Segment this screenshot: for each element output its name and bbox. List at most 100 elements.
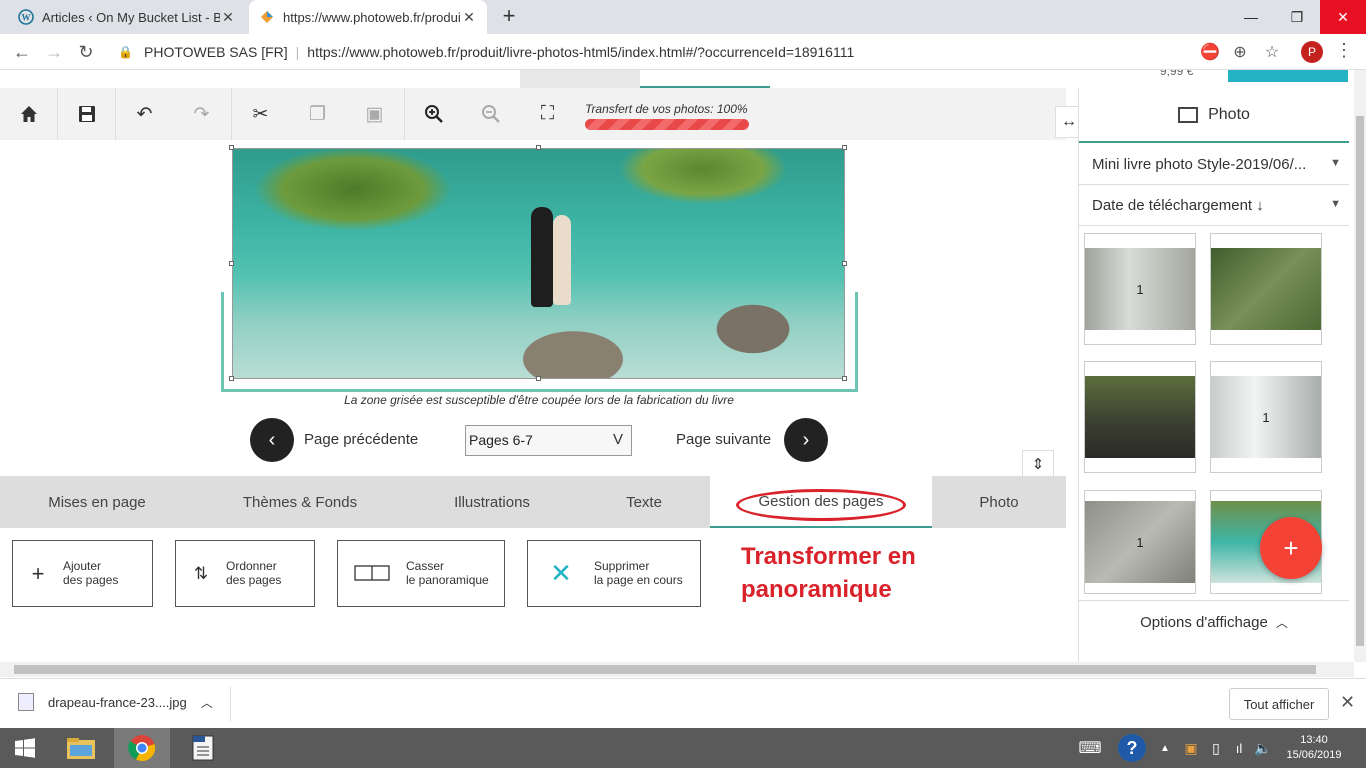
album-select[interactable]: Mini livre photo Style-2019/06/... ▼ <box>1079 145 1349 185</box>
taskbar-clock[interactable]: 13:40 15/06/2019 <box>1282 733 1346 763</box>
redo-icon[interactable]: ↷ <box>173 88 230 140</box>
copy-icon[interactable]: ❐ <box>289 88 346 140</box>
display-options-toggle[interactable]: Options d'affichage ︿ <box>1079 600 1349 644</box>
show-all-downloads-button[interactable]: Tout afficher <box>1229 688 1329 720</box>
minimize-button[interactable]: — <box>1228 0 1274 34</box>
zoom-in-icon[interactable] <box>405 88 462 140</box>
browser-menu-icon[interactable]: ⋮ <box>1335 40 1353 61</box>
resize-handle[interactable] <box>229 376 234 381</box>
zoom-out-icon[interactable] <box>462 88 519 140</box>
maximize-button[interactable]: ❐ <box>1274 0 1320 34</box>
photo-thumbnail[interactable]: 1 <box>1084 233 1196 345</box>
help-icon[interactable]: ? <box>1114 728 1150 768</box>
resize-handle[interactable] <box>842 261 847 266</box>
vertical-scrollbar-thumb[interactable] <box>1356 116 1364 646</box>
profile-avatar[interactable]: P <box>1301 41 1323 63</box>
bookmark-star-icon[interactable]: ☆ <box>1262 42 1282 62</box>
blocked-popup-icon[interactable]: ⛔ <box>1200 42 1220 62</box>
photo-panel-tab[interactable]: Photo <box>1079 88 1349 143</box>
zoom-icon[interactable]: ⊕ <box>1230 42 1250 62</box>
browser-toolbar: ← → ↻ 🔒 PHOTOWEB SAS [FR] | https://www.… <box>0 34 1366 70</box>
add-photo-button[interactable]: + <box>1260 517 1322 579</box>
windows-taskbar: ⌨ ? ▲ ▣ ▯ ıl 🔈 13:40 15/06/2019 <box>0 728 1366 768</box>
svg-text:?: ? <box>1127 738 1138 758</box>
chevron-up-icon[interactable]: ︿ <box>201 694 213 711</box>
tab-illustrations[interactable]: Illustrations <box>406 476 578 528</box>
resize-handle[interactable] <box>842 376 847 381</box>
undo-icon[interactable]: ↶ <box>116 88 173 140</box>
cut-icon[interactable]: ✂ <box>232 88 289 140</box>
fullscreen-icon[interactable]: ⛶ <box>519 88 576 140</box>
wordpress-icon: W <box>18 9 34 25</box>
photo-thumbnail[interactable] <box>1084 361 1196 473</box>
photo-panel: Photo Mini livre photo Style-2019/06/...… <box>1078 88 1354 662</box>
previous-page-button[interactable]: ‹ <box>250 418 294 462</box>
paste-icon[interactable]: ▣ <box>346 88 403 140</box>
tray-expand-icon[interactable]: ▲ <box>1156 728 1174 768</box>
close-tab-icon[interactable]: ✕ <box>220 9 236 26</box>
plus-icon: + <box>31 560 45 586</box>
keyboard-icon[interactable]: ⌨ <box>1072 728 1108 768</box>
chevron-left-icon: ‹ <box>268 428 276 451</box>
resize-handle[interactable] <box>536 145 541 150</box>
tab-mises-en-page[interactable]: Mises en page <box>0 476 194 528</box>
close-tab-icon[interactable]: ✕ <box>461 9 477 26</box>
tab-texte[interactable]: Texte <box>578 476 710 528</box>
previous-page-label[interactable]: Page précédente <box>304 431 418 448</box>
expand-vertical-icon[interactable]: ⇕ <box>1022 450 1054 478</box>
home-icon[interactable] <box>0 88 57 140</box>
resize-handle[interactable] <box>229 145 234 150</box>
browser-tab-photoweb[interactable]: https://www.photoweb.fr/produit ✕ <box>249 0 487 34</box>
break-panorama-button[interactable]: Casser le panoramique <box>337 540 505 607</box>
document-app-icon[interactable] <box>180 728 226 768</box>
delete-page-button[interactable]: ✕ Supprimer la page en cours <box>527 540 701 607</box>
site-identity: PHOTOWEB SAS [FR] <box>144 44 288 60</box>
forward-icon[interactable]: → <box>42 40 66 64</box>
back-icon[interactable]: ← <box>10 40 34 64</box>
photo-thumbnail[interactable] <box>1210 233 1322 345</box>
header-tab-remnant[interactable] <box>520 70 640 88</box>
reorder-pages-button[interactable]: ⇅ Ordonner des pages <box>175 540 315 607</box>
download-item[interactable]: drapeau-france-23....jpg ︿ <box>18 693 213 711</box>
file-explorer-icon[interactable] <box>58 728 104 768</box>
network-icon[interactable]: ıl <box>1228 728 1250 768</box>
sort-select[interactable]: Date de téléchargement ↓ ▼ <box>1079 186 1349 226</box>
tab-themes-fonds[interactable]: Thèmes & Fonds <box>194 476 406 528</box>
volume-icon[interactable]: 🔈 <box>1252 728 1274 768</box>
spread-photo[interactable] <box>232 148 845 379</box>
tab-photo[interactable]: Photo <box>932 476 1066 528</box>
tray-app-icon[interactable]: ▣ <box>1180 728 1202 768</box>
browser-tab-title: Articles ‹ On My Bucket List - Bie <box>42 9 220 25</box>
horizontal-scrollbar-thumb[interactable] <box>14 665 1316 674</box>
photo-thumbnail[interactable]: 1 <box>1210 361 1322 473</box>
photoweb-favicon-icon <box>259 9 275 25</box>
caret-down-icon: ▼ <box>1330 157 1341 169</box>
battery-icon[interactable]: ▯ <box>1206 728 1226 768</box>
crop-disclaimer: La zone grisée est susceptible d'être co… <box>344 393 734 407</box>
next-page-button[interactable]: › <box>784 418 828 462</box>
reload-icon[interactable]: ↻ <box>74 40 98 64</box>
photo-thumbnail[interactable]: 1 <box>1084 490 1196 594</box>
chevron-up-icon: ︿ <box>1275 616 1288 630</box>
url-text: https://www.photoweb.fr/produit/livre-ph… <box>307 44 855 60</box>
resize-handle[interactable] <box>842 145 847 150</box>
resize-handle[interactable] <box>536 376 541 381</box>
chevron-down-icon: V <box>612 431 623 448</box>
resize-handle[interactable] <box>229 261 234 266</box>
reorder-icon: ⇅ <box>193 563 209 583</box>
save-icon[interactable] <box>58 88 115 140</box>
page-select-value: Pages 6-7 <box>469 432 533 448</box>
annotation-text: Transformer en panoramique <box>741 543 916 603</box>
chrome-taskbar-icon[interactable] <box>114 728 170 768</box>
close-downloads-icon[interactable]: ✕ <box>1340 692 1355 713</box>
browser-tab-articles[interactable]: W Articles ‹ On My Bucket List - Bie ✕ <box>8 0 246 34</box>
page-select[interactable]: Pages 6-7 V <box>465 425 632 456</box>
cart-button-remnant[interactable] <box>1228 70 1348 82</box>
window-close-button[interactable]: ✕ <box>1320 0 1366 34</box>
next-page-label[interactable]: Page suivante <box>676 431 771 448</box>
new-tab-button[interactable]: + <box>497 5 521 29</box>
address-bar[interactable]: 🔒 PHOTOWEB SAS [FR] | https://www.photow… <box>108 37 1286 67</box>
svg-text:W: W <box>22 13 31 23</box>
windows-start-icon[interactable] <box>4 728 46 768</box>
add-pages-button[interactable]: + Ajouter des pages <box>12 540 153 607</box>
